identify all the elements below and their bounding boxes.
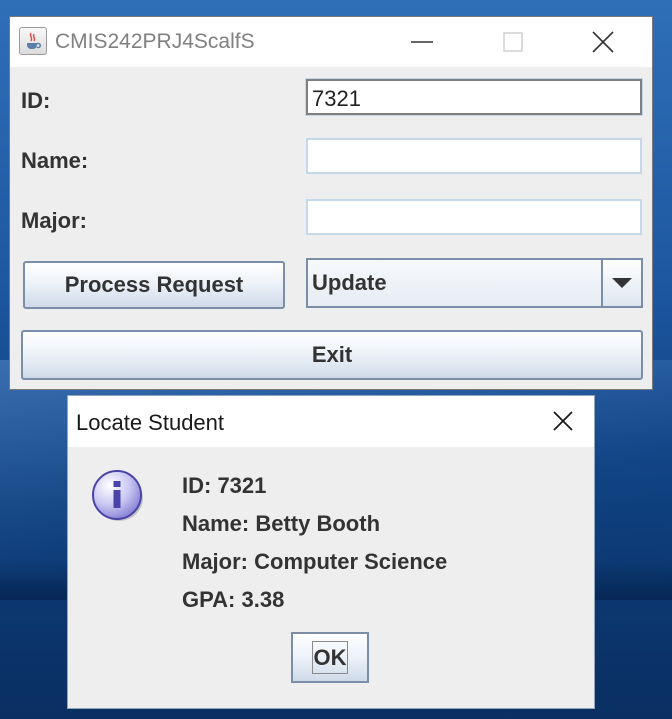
dialog-title: Locate Student (76, 410, 225, 435)
id-label: ID: (21, 88, 51, 113)
student-major-text: Major: Computer Science (182, 549, 448, 574)
id-field[interactable]: 7321 (305, 78, 643, 116)
title-bar[interactable]: CMIS242PRJ4ScalfS (10, 17, 652, 67)
exit-button[interactable]: Exit (21, 330, 643, 380)
major-label: Major: (21, 208, 87, 233)
window-title: CMIS242PRJ4ScalfS (55, 30, 255, 53)
name-label: Name: (21, 148, 89, 173)
locate-student-dialog: Locate Student ID: 7321 Name: Betty Boot… (67, 395, 595, 709)
info-icon (90, 468, 146, 524)
student-gpa-text: GPA: 3.38 (182, 587, 285, 612)
ok-button[interactable]: OK (291, 632, 369, 683)
main-window: CMIS242PRJ4ScalfS ID: 7321 Name: Major: … (9, 16, 653, 390)
dialog-title-bar[interactable]: Locate Student (68, 396, 594, 447)
close-icon[interactable] (548, 406, 578, 436)
operation-select[interactable]: Update (306, 258, 643, 308)
student-name-text: Name: Betty Booth (182, 511, 381, 536)
major-field[interactable] (306, 199, 642, 235)
close-icon[interactable] (588, 27, 618, 57)
student-id-text: ID: 7321 (182, 473, 267, 498)
name-field[interactable] (306, 138, 642, 174)
chevron-down-icon[interactable] (601, 260, 641, 306)
operation-select-value: Update (312, 270, 387, 295)
ok-button-label: OK (312, 641, 348, 674)
java-coffee-icon (19, 27, 47, 55)
minimize-icon[interactable] (407, 27, 437, 57)
process-request-button[interactable]: Process Request (23, 261, 285, 309)
maximize-icon[interactable] (498, 27, 528, 57)
